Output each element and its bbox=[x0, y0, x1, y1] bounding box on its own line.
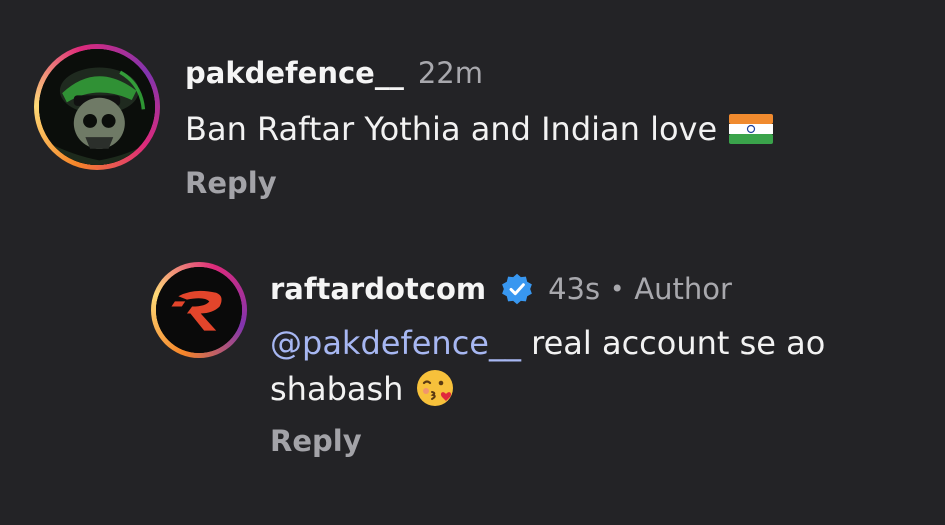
raftar-logo-icon bbox=[156, 267, 242, 353]
separator-dot: • bbox=[610, 275, 625, 303]
comment-body: raftardotcom 43s • Author @pakdefence__ … bbox=[270, 266, 825, 458]
india-flag-icon bbox=[729, 114, 774, 144]
mention-link[interactable]: @pakdefence__ bbox=[270, 324, 521, 362]
soldier-skull-icon bbox=[39, 49, 155, 165]
timestamp: 22m bbox=[417, 56, 483, 90]
comment-text: @pakdefence__ real account se ao shabash bbox=[270, 320, 825, 412]
username[interactable]: pakdefence__ bbox=[185, 56, 404, 90]
avatar-image-soldier bbox=[39, 49, 155, 165]
verified-badge-icon bbox=[502, 273, 532, 305]
kissing-face-icon bbox=[417, 370, 454, 406]
username[interactable]: raftardotcom bbox=[270, 272, 486, 306]
comment-text-content: real account se ao bbox=[520, 324, 826, 362]
comment-meta: pakdefence__ 22m bbox=[185, 50, 773, 96]
reply-button[interactable]: Reply bbox=[185, 166, 773, 200]
comment-text: Ban Raftar Yothia and Indian love bbox=[185, 106, 774, 152]
comment-text-content-2: shabash bbox=[270, 370, 404, 408]
timestamp: 43s bbox=[548, 272, 601, 306]
comment-meta: raftardotcom 43s • Author bbox=[270, 266, 825, 312]
avatar[interactable] bbox=[151, 262, 247, 358]
comment-text-line1: @pakdefence__ real account se ao bbox=[270, 320, 825, 366]
comment-body: pakdefence__ 22m Ban Raftar Yothia and I… bbox=[185, 50, 774, 200]
comment-text-line2: shabash bbox=[270, 366, 825, 412]
avatar-image-raftar-logo bbox=[156, 267, 242, 353]
comment-text-content: Ban Raftar Yothia and Indian love bbox=[185, 110, 718, 148]
reply-button[interactable]: Reply bbox=[270, 424, 825, 458]
author-label: Author bbox=[634, 272, 732, 306]
avatar[interactable] bbox=[34, 44, 160, 170]
